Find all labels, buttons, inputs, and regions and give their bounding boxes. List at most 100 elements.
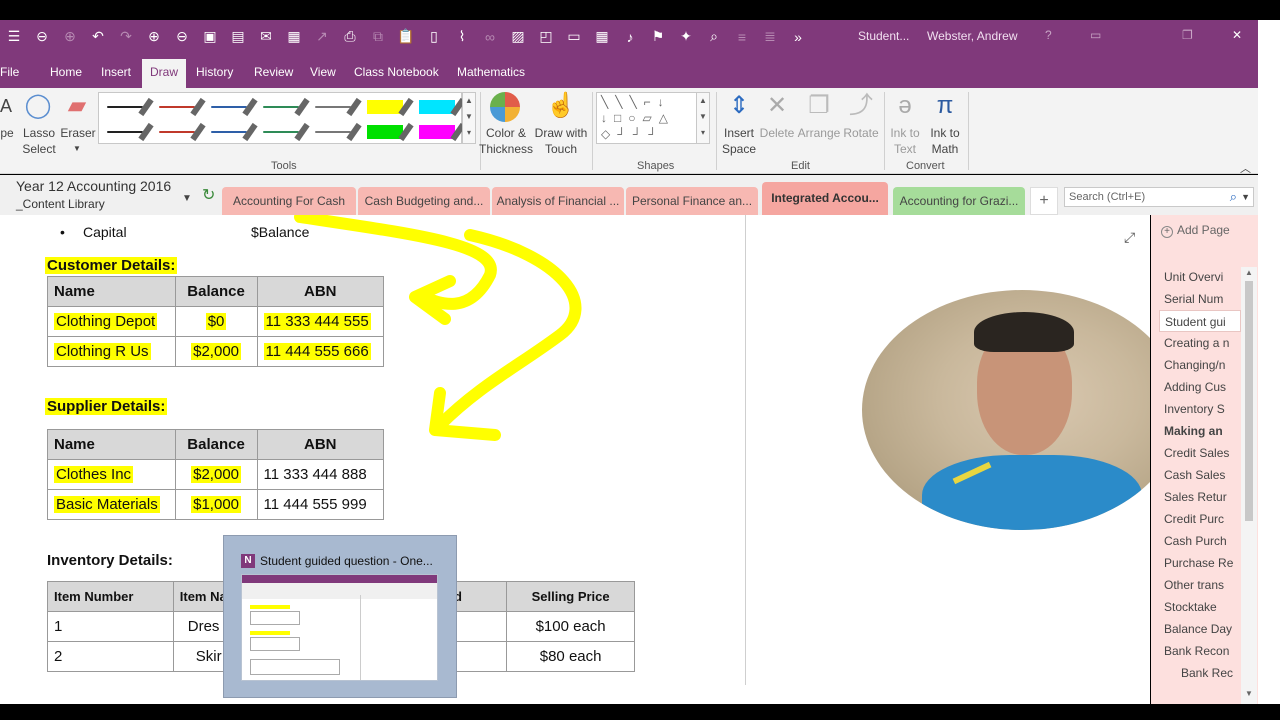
tab-mathematics[interactable]: Mathematics <box>457 65 525 79</box>
ink-to-math-label[interactable]: Ink to Math <box>926 125 964 157</box>
bullet-list-icon[interactable]: ≣ <box>756 20 784 53</box>
page-icon[interactable]: ▯ <box>420 20 448 53</box>
pen-swatch[interactable] <box>155 96 206 118</box>
dock-icon[interactable]: ▤ <box>224 20 252 53</box>
undo-icon[interactable]: ↶ <box>84 20 112 53</box>
zoom-in-icon[interactable]: ⊕ <box>140 20 168 53</box>
doc-icon[interactable]: ▭ <box>560 20 588 53</box>
page-list-item[interactable]: Creating a n <box>1164 336 1236 350</box>
restore-window-icon[interactable]: ❐ <box>1182 28 1193 42</box>
more-icon[interactable]: » <box>784 20 812 53</box>
page-list-item[interactable]: Stocktake <box>1164 600 1236 614</box>
zoom-out-icon[interactable]: ⊖ <box>168 20 196 53</box>
attach-icon[interactable]: ⌇ <box>448 20 476 53</box>
pen-swatch[interactable] <box>207 121 258 143</box>
section-tab[interactable]: Analysis of Financial ... <box>492 187 624 215</box>
insert-space-label[interactable]: Insert Space <box>718 125 760 157</box>
scroll-down-icon[interactable]: ▼ <box>1245 689 1253 698</box>
page-list-item[interactable]: Credit Sales <box>1164 446 1236 460</box>
flag-icon[interactable]: ⚑ <box>644 20 672 53</box>
section-tab[interactable]: Personal Finance an... <box>626 187 758 215</box>
page-list-item[interactable]: Cash Purch <box>1164 534 1236 548</box>
arrange-icon[interactable]: ❐ <box>804 92 834 120</box>
page-canvas[interactable]: ⤢ • Capital $Balance Customer Details: N… <box>0 215 1150 704</box>
page-list-item[interactable]: Student gui <box>1159 310 1241 332</box>
eraser-dropdown-icon[interactable]: ▼ <box>72 141 82 157</box>
pen-swatch[interactable] <box>259 121 310 143</box>
menu-icon[interactable]: ☰ <box>0 20 28 53</box>
draw-with-touch-label[interactable]: Draw with Touch <box>532 125 590 157</box>
pen-swatch[interactable] <box>207 96 258 118</box>
page-list-item[interactable]: Making an <box>1164 424 1236 438</box>
audio-icon[interactable]: ♪ <box>616 20 644 53</box>
insert-space-icon[interactable]: ⇕ <box>724 92 754 120</box>
pen-swatch[interactable] <box>363 121 414 143</box>
screen-icon[interactable]: ◰ <box>532 20 560 53</box>
ink-to-math-icon[interactable]: π <box>928 92 962 120</box>
delete-label[interactable]: Delete <box>758 125 796 141</box>
print-icon[interactable]: ⎙ <box>336 20 364 53</box>
forward-icon[interactable]: ⊕ <box>56 20 84 53</box>
pen-swatch[interactable] <box>103 96 154 118</box>
pen-gallery-scroll[interactable]: ▲ ▼ ▾ <box>462 92 476 144</box>
tab-draw[interactable]: Draw <box>142 59 187 88</box>
rotate-icon[interactable]: ⤴ <box>846 92 876 120</box>
ink-to-text-label[interactable]: Ink to Text <box>886 125 924 157</box>
picture-icon[interactable]: ▨ <box>504 20 532 53</box>
delete-icon[interactable]: ✕ <box>762 92 792 120</box>
tab-home[interactable]: Home <box>50 65 82 79</box>
page-list-item[interactable]: Adding Cus <box>1164 380 1236 394</box>
tab-class-notebook[interactable]: Class Notebook <box>354 65 439 79</box>
search-box[interactable]: Search (Ctrl+E) ⌕ ▼ <box>1064 187 1254 207</box>
color-thickness-label[interactable]: Color & Thickness <box>478 125 534 157</box>
section-tab-active[interactable]: Integrated Accou... <box>762 182 888 215</box>
page-list-item[interactable]: Cash Sales <box>1164 468 1236 482</box>
redo-icon[interactable]: ↷ <box>112 20 140 53</box>
section-tab[interactable]: Accounting For Cash <box>222 187 356 215</box>
page-list-item[interactable]: Bank Recon <box>1164 644 1236 658</box>
help-icon[interactable]: ? <box>1045 28 1052 42</box>
add-section-button[interactable]: + <box>1030 187 1058 215</box>
shapes-gallery[interactable]: ╲╲╲⌐↓ ↓□○▱△ ◇┘┘┘ <box>596 92 710 144</box>
page-list-item[interactable]: Unit Overvi <box>1164 270 1236 284</box>
pen-swatch[interactable] <box>103 121 154 143</box>
section-group-name[interactable]: _Content Library <box>16 197 105 211</box>
tab-file[interactable]: File <box>0 65 19 79</box>
user-name[interactable]: Webster, Andrew <box>927 29 1018 43</box>
ink-to-text-icon[interactable]: ə <box>890 92 920 120</box>
find-tags-icon[interactable]: ⌕ <box>700 20 728 53</box>
page-list-item[interactable]: Serial Num <box>1164 292 1236 306</box>
screen-clip-icon[interactable]: ▦ <box>280 20 308 53</box>
pen-swatch[interactable] <box>155 121 206 143</box>
color-wheel-icon[interactable] <box>490 92 520 122</box>
tab-insert[interactable]: Insert <box>101 65 131 79</box>
table-icon[interactable]: ▦ <box>588 20 616 53</box>
pen-swatch[interactable] <box>259 96 310 118</box>
page-list-item[interactable]: Credit Purc <box>1164 512 1236 526</box>
ribbon-display-icon[interactable]: ▭ <box>1090 28 1101 42</box>
page-list-item[interactable]: Other trans <box>1164 578 1236 592</box>
lasso-select-label[interactable]: Lasso Select <box>18 125 60 157</box>
page-list-scrollbar[interactable]: ▲ ▼ <box>1241 267 1257 704</box>
touch-draw-icon[interactable]: ☝ <box>545 92 577 120</box>
lasso-icon[interactable]: ◯ <box>22 92 54 120</box>
notebook-dropdown-icon[interactable]: ▼ <box>182 193 192 204</box>
close-window-icon[interactable]: ✕ <box>1232 28 1242 42</box>
tag-icon[interactable]: ✦ <box>672 20 700 53</box>
page-list-item[interactable]: Changing/n <box>1164 358 1236 372</box>
pen-swatch[interactable] <box>363 96 414 118</box>
email-icon[interactable]: ✉ <box>252 20 280 53</box>
paste-icon[interactable]: 📋 <box>392 20 420 53</box>
type-icon[interactable]: A <box>0 92 12 120</box>
pen-swatch[interactable] <box>311 121 362 143</box>
pen-swatch[interactable] <box>415 121 466 143</box>
scroll-up-icon[interactable]: ▲ <box>1245 268 1253 277</box>
shapes-gallery-scroll[interactable]: ▲ ▼ ▾ <box>696 92 710 144</box>
sync-icon[interactable]: ↻ <box>202 185 215 205</box>
add-page-button[interactable]: + Add Page <box>1161 223 1230 238</box>
copy-icon[interactable]: ⧉ <box>364 20 392 53</box>
pen-swatch[interactable] <box>311 96 362 118</box>
scrollbar-thumb[interactable] <box>1245 281 1253 521</box>
search-scope-dropdown-icon[interactable]: ▼ <box>1241 192 1250 202</box>
section-tab[interactable]: Accounting for Grazi... <box>893 187 1025 215</box>
